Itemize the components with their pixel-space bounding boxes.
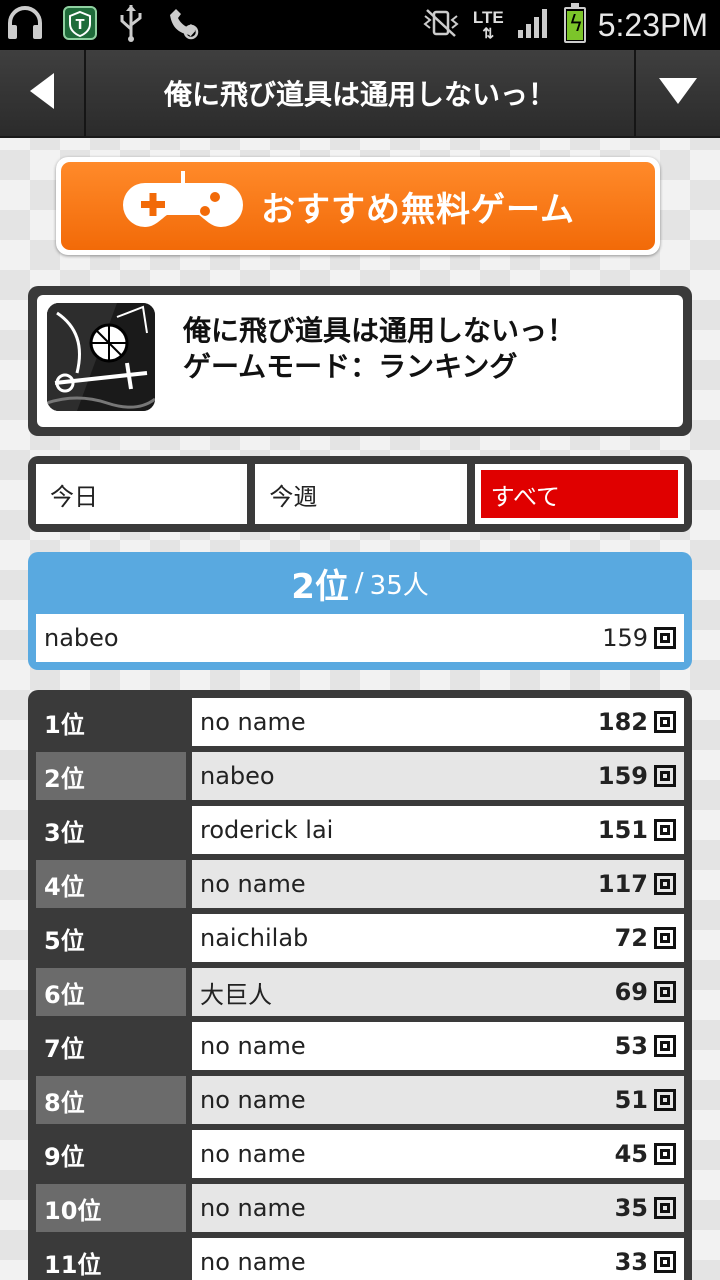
player-score: 69 [614,978,648,1006]
rank-position: 8位 [36,1076,186,1124]
table-row: 8位 no name 51 [36,1076,684,1124]
my-rank-position: 2位 [291,566,349,607]
back-arrow-icon [26,71,58,115]
player-score: 117 [597,870,648,898]
rank-position: 9位 [44,1142,85,1171]
gamepad-icon [121,169,245,243]
game-mode: ゲームモード：ランキング [183,350,518,383]
rank-position: 5位 [44,926,85,955]
player-name: naichilab [200,924,309,952]
player-name: no name [200,1194,306,1222]
count-unit-icon [654,927,676,949]
player-score: 45 [614,1140,648,1168]
game-info-card: 俺に飛び道具は通用しないっ！ ゲームモード：ランキング [28,286,692,436]
count-unit-icon [654,819,676,841]
player-score: 182 [597,708,648,736]
tab-all[interactable]: すべて [474,464,684,524]
table-row: 2位 nabeo 159 [36,752,684,800]
player-score: 151 [597,816,648,844]
table-row: 10位 no name 35 [36,1184,684,1232]
count-unit-icon [654,1089,676,1111]
status-bar: T LTE ⇅ ϟ 5:23PM [0,0,720,50]
recommended-games-banner[interactable]: おすすめ無料ゲーム [56,157,660,255]
tab-all-label: すべて [480,470,678,518]
my-rank-separator: / [354,568,364,598]
rank-position: 10位 [36,1184,186,1232]
game-thumbnail [47,303,155,411]
period-tabs: 今日 今週 すべて [28,456,692,532]
player-name: nabeo [200,762,275,790]
ranking-list: 1位 no name 182 2位 nabeo 159 3位 roderick la… [28,690,692,1280]
rank-position: 7位 [44,1034,85,1063]
usb-icon [116,3,146,47]
rank-position: 3位 [44,818,85,847]
count-unit-icon [654,1143,676,1165]
player-score: 72 [614,924,648,952]
missed-call-icon [164,5,200,45]
count-unit-icon [654,1251,676,1273]
app-header: 俺に飛び道具は通用しないっ！ [0,50,720,138]
player-name: no name [200,1032,306,1060]
player-name: no name [200,1086,306,1114]
player-name: no name [200,870,306,898]
table-row: 5位 naichilab 72 [36,914,684,962]
signal-icon [516,6,552,44]
count-unit-icon [654,765,676,787]
tab-this-week[interactable]: 今週 [255,464,467,524]
my-rank-name: nabeo [44,624,119,652]
table-row: 11位 no name 33 [36,1238,684,1280]
banner-label: おすすめ無料ゲーム [261,189,575,230]
table-row: 1位 no name 182 [36,698,684,746]
network-type-label: LTE ⇅ [472,7,504,41]
menu-button[interactable] [634,50,720,136]
player-score: 159 [597,762,648,790]
player-name: no name [200,1248,306,1276]
count-unit-icon [654,873,676,895]
my-rank-score: 159 [602,624,648,652]
table-row: 9位 no name 45 [36,1130,684,1178]
tab-today[interactable]: 今日 [36,464,248,524]
table-row: 7位 no name 53 [36,1022,684,1070]
my-rank-panel: 2位 / 35人 nabeo 159 [28,552,692,670]
rank-position: 6位 [36,968,186,1016]
count-unit-icon [654,627,676,649]
count-unit-icon [654,1035,676,1057]
player-name: no name [200,1140,306,1168]
my-rank-row: nabeo 159 [36,614,684,662]
player-name: roderick lai [200,816,334,844]
battery-charging-icon: ϟ [563,3,586,43]
player-score: 51 [614,1086,648,1114]
table-row: 3位 roderick lai 151 [36,806,684,854]
rank-position: 2位 [36,752,186,800]
back-button[interactable] [0,50,86,136]
game-title: 俺に飛び道具は通用しないっ！ [183,314,576,347]
count-unit-icon [654,711,676,733]
dropdown-arrow-icon [657,76,699,110]
table-row: 6位 大巨人 69 [36,968,684,1016]
count-unit-icon [654,981,676,1003]
headphones-icon [6,5,44,45]
rank-position: 1位 [44,710,85,739]
player-name: 大巨人 [200,980,272,1009]
rank-position: 11位 [44,1250,102,1279]
player-name: no name [200,708,306,736]
rank-position: 4位 [36,860,186,908]
player-score: 33 [614,1248,648,1276]
table-row: 4位 no name 117 [36,860,684,908]
player-score: 35 [614,1194,648,1222]
mute-vibrate-icon [421,8,461,42]
count-unit-icon [654,1197,676,1219]
svg-text:T: T [76,18,85,33]
shield-t-icon: T [62,5,98,45]
clock: 5:23PM [597,6,708,43]
page-title: 俺に飛び道具は通用しないっ！ [163,78,556,111]
my-rank-total: 35人 [369,570,429,601]
player-score: 53 [614,1032,648,1060]
